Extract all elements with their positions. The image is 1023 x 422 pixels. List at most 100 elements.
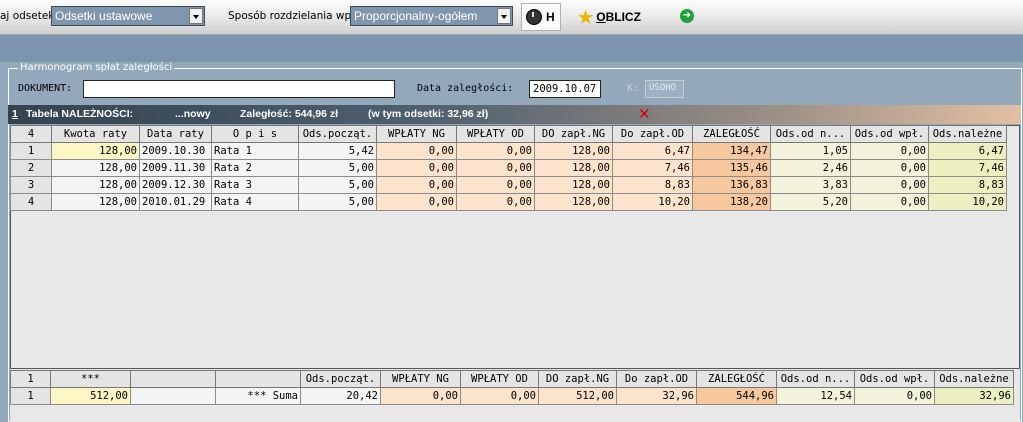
h-button[interactable]: H (521, 3, 561, 31)
cell-debt[interactable]: 135,46 (692, 159, 771, 177)
table-row[interactable]: 4 128,00 2010.01.29 Rata 4 5,00 0,00 0,0… (10, 193, 1007, 211)
col-header[interactable] (215, 370, 301, 388)
interest-type-select[interactable]: Odsetki ustawowe (51, 6, 205, 26)
cell-due-od[interactable]: 8,83 (612, 176, 693, 194)
col-header[interactable]: Ods.od n... (770, 125, 851, 143)
cell-desc[interactable]: Rata 1 (211, 142, 299, 160)
arrow-right-icon[interactable]: ➜ (680, 9, 694, 23)
cell-amount[interactable]: 128,00 (51, 142, 140, 160)
col-header[interactable] (130, 370, 216, 388)
sum-interest-payments[interactable]: 0,00 (854, 387, 935, 405)
cell-initial-interest[interactable]: 5,00 (298, 159, 377, 177)
cell-payments-od[interactable]: 0,00 (456, 159, 535, 177)
cell-payments-od[interactable]: 0,00 (456, 176, 535, 194)
cell-debt[interactable]: 134,47 (692, 142, 771, 160)
sum-due-ng[interactable]: 512,00 (538, 387, 617, 405)
sum-interest-due[interactable]: 32,96 (934, 387, 1014, 405)
cell-initial-interest[interactable]: 5,00 (298, 193, 377, 211)
cell-interest-payments[interactable]: 0,00 (850, 176, 929, 194)
col-header[interactable]: ZALEGŁOŚĆ (696, 370, 777, 388)
sum-row[interactable]: 1 512,00 *** Suma 20,42 0,00 0,00 512,00… (10, 387, 1014, 405)
col-header[interactable]: Do zapł.OD (612, 125, 693, 143)
col-header[interactable]: WPŁATY NG (380, 370, 461, 388)
table-row[interactable]: 3 128,00 2009.12.30 Rata 3 5,00 0,00 0,0… (10, 176, 1007, 194)
cell-interest-payments[interactable]: 0,00 (850, 193, 929, 211)
cell-payments-od[interactable]: 0,00 (456, 142, 535, 160)
cell-due-od[interactable]: 6,47 (612, 142, 693, 160)
sum-desc[interactable]: *** Suma (215, 387, 301, 405)
cell-interest-n[interactable]: 1,05 (770, 142, 851, 160)
col-header[interactable]: Ods.począt. (298, 125, 377, 143)
chevron-down-icon[interactable] (497, 8, 511, 24)
cell-desc[interactable]: Rata 4 (211, 193, 299, 211)
cell-amount[interactable]: 128,00 (51, 176, 140, 194)
col-header[interactable]: ZALEGŁOŚĆ (692, 125, 771, 143)
table-row[interactable]: 1 128,00 2009.10.30 Rata 1 5,42 0,00 0,0… (10, 142, 1007, 160)
col-header[interactable]: *** (50, 370, 131, 388)
cell-due-od[interactable]: 7,46 (612, 159, 693, 177)
cell-interest-payments[interactable]: 0,00 (850, 142, 929, 160)
cell-interest-payments[interactable]: 0,00 (850, 159, 929, 177)
sum-date[interactable] (130, 387, 216, 405)
col-header[interactable]: Ods.od wpł. (854, 370, 935, 388)
cell-debt[interactable]: 136,83 (692, 176, 771, 194)
sum-initial-interest[interactable]: 20,42 (300, 387, 381, 405)
row-index[interactable]: 1 (10, 387, 51, 405)
col-header[interactable]: Ods.należne (934, 370, 1014, 388)
col-header[interactable]: Ods.począt. (300, 370, 381, 388)
sum-payments-ng[interactable]: 0,00 (380, 387, 461, 405)
cell-due-ng[interactable]: 128,00 (534, 142, 613, 160)
cell-payments-ng[interactable]: 0,00 (376, 193, 457, 211)
payment-split-select[interactable]: Proporcjonalny-ogółem (350, 6, 513, 26)
row-index[interactable]: 3 (10, 176, 52, 194)
cell-amount[interactable]: 128,00 (51, 193, 140, 211)
sum-interest-n[interactable]: 12,54 (776, 387, 855, 405)
cell-due-od[interactable]: 10,20 (612, 193, 693, 211)
col-header[interactable]: Kwota raty (51, 125, 140, 143)
cell-payments-ng[interactable]: 0,00 (376, 176, 457, 194)
row-index[interactable]: 2 (10, 159, 52, 177)
strip-new[interactable]: ...nowy (175, 108, 211, 120)
cell-interest-n[interactable]: 3,83 (770, 176, 851, 194)
row-index[interactable]: 4 (10, 193, 52, 211)
close-icon[interactable]: ✕ (638, 107, 651, 122)
cell-payments-od[interactable]: 0,00 (456, 193, 535, 211)
calculate-button[interactable]: ★ O BLICZ (578, 3, 641, 31)
cell-desc[interactable]: Rata 2 (211, 159, 299, 177)
col-header[interactable]: Ods.od wpł. (850, 125, 929, 143)
cell-due-ng[interactable]: 128,00 (534, 176, 613, 194)
chevron-down-icon[interactable] (189, 8, 203, 24)
col-header[interactable]: O p i s (211, 125, 299, 143)
table-row[interactable]: 2 128,00 2009.11.30 Rata 2 5,00 0,00 0,0… (10, 159, 1007, 177)
col-header[interactable]: DO zapł.NG (538, 370, 617, 388)
sum-due-od[interactable]: 32,96 (616, 387, 697, 405)
cell-debt[interactable]: 138,20 (692, 193, 771, 211)
col-header[interactable]: DO zapł.NG (534, 125, 613, 143)
cell-interest-n[interactable]: 2,46 (770, 159, 851, 177)
col-header[interactable]: WPŁATY NG (376, 125, 457, 143)
debt-date-field[interactable]: 2009.10.07 (529, 80, 601, 98)
cell-date[interactable]: 2009.10.30 (139, 142, 212, 160)
sum-debt[interactable]: 544,96 (696, 387, 777, 405)
cell-interest-n[interactable]: 5,20 (770, 193, 851, 211)
cell-interest-due[interactable]: 8,83 (928, 176, 1007, 194)
cell-date[interactable]: 2009.12.30 (139, 176, 212, 194)
cell-interest-due[interactable]: 7,46 (928, 159, 1007, 177)
col-header[interactable]: Do zapł.OD (616, 370, 697, 388)
cell-payments-ng[interactable]: 0,00 (376, 159, 457, 177)
document-field[interactable] (83, 80, 395, 98)
cell-interest-due[interactable]: 10,20 (928, 193, 1007, 211)
cell-initial-interest[interactable]: 5,42 (298, 142, 377, 160)
cell-date[interactable]: 2010.01.29 (139, 193, 212, 211)
sum-amount[interactable]: 512,00 (50, 387, 131, 405)
cell-desc[interactable]: Rata 3 (211, 176, 299, 194)
sum-payments-od[interactable]: 0,00 (460, 387, 539, 405)
cell-amount[interactable]: 128,00 (51, 159, 140, 177)
row-index[interactable]: 1 (10, 142, 52, 160)
cell-interest-due[interactable]: 6,47 (928, 142, 1007, 160)
cell-payments-ng[interactable]: 0,00 (376, 142, 457, 160)
col-header[interactable]: WPŁATY OD (456, 125, 535, 143)
cell-due-ng[interactable]: 128,00 (534, 193, 613, 211)
col-header[interactable]: Data raty (139, 125, 212, 143)
cell-due-ng[interactable]: 128,00 (534, 159, 613, 177)
